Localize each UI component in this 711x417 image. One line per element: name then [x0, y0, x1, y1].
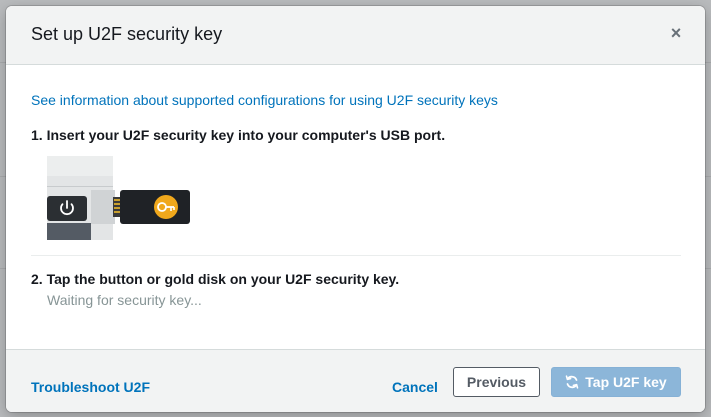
previous-button[interactable]: Previous [453, 367, 540, 397]
dialog-body: See information about supported configur… [6, 65, 705, 349]
cancel-button[interactable]: Cancel [392, 379, 438, 395]
waiting-status: Waiting for security key... [47, 292, 202, 308]
usb-key-illustration [47, 156, 190, 240]
dialog-footer: Troubleshoot U2F Cancel Previous Tap U2F… [6, 349, 705, 412]
close-icon[interactable]: × [667, 24, 685, 42]
supported-configurations-link[interactable]: See information about supported configur… [31, 92, 498, 108]
dialog-title: Set up U2F security key [31, 24, 223, 44]
refresh-icon [565, 375, 579, 389]
step-2-instruction: 2. Tap the button or gold disk on your U… [31, 271, 400, 287]
step-1-instruction: 1. Insert your U2F security key into you… [31, 127, 446, 143]
troubleshoot-u2f-link[interactable]: Troubleshoot U2F [31, 379, 150, 395]
tap-u2f-key-label: Tap U2F key [585, 374, 667, 390]
power-icon [47, 196, 87, 221]
tap-u2f-key-button[interactable]: Tap U2F key [551, 367, 681, 397]
step-divider [31, 255, 681, 256]
dialog-header: Set up U2F security key × [6, 6, 705, 65]
key-icon [154, 195, 178, 219]
u2f-setup-dialog: Set up U2F security key × See informatio… [6, 6, 705, 412]
